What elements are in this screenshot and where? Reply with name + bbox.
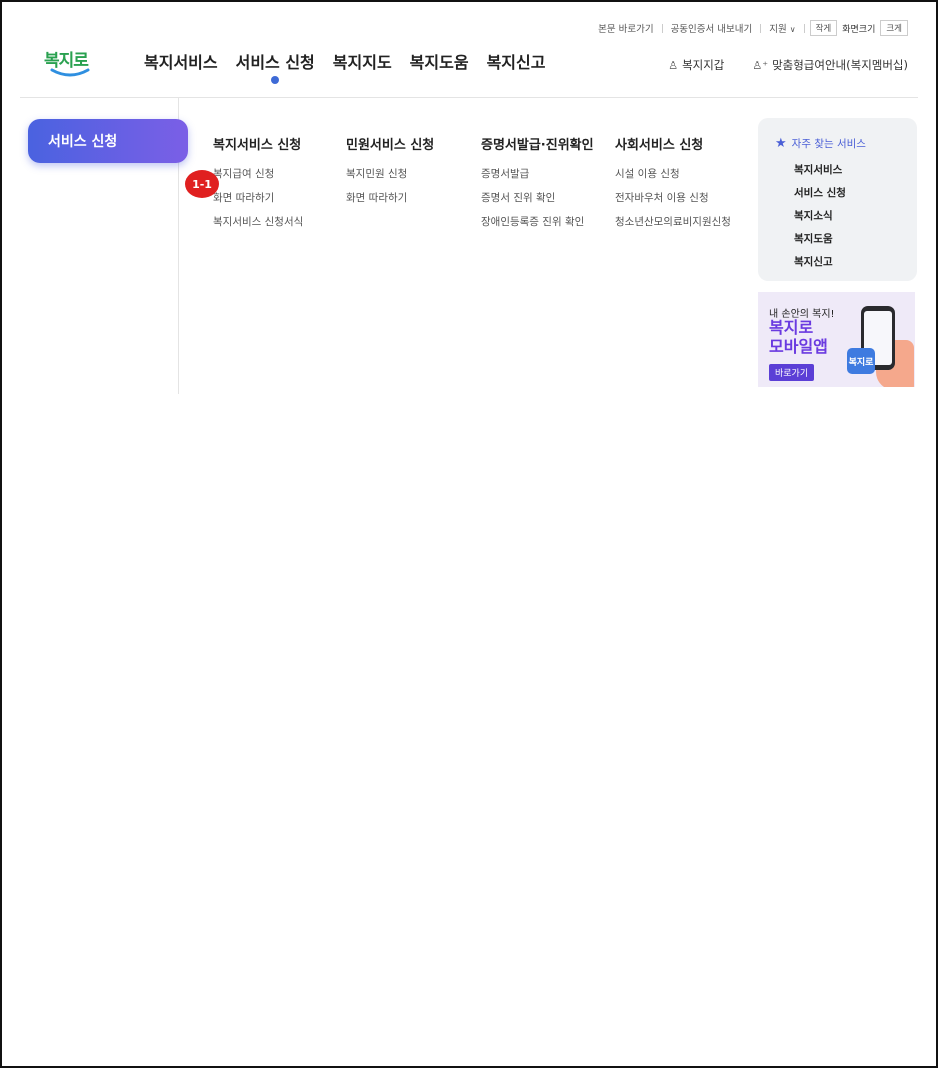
menu-column-certificate: 증명서발급·진위확인 증명서발급 증명서 진위 확인 장애인등록증 진위 확인: [481, 134, 594, 238]
support-label: 지원: [769, 24, 787, 35]
app-icon: 복지로: [847, 348, 875, 374]
header-right-links: ♙ 복지지갑 ♙⁺ 맞춤형급여안내(복지멤버십): [640, 57, 908, 73]
menu-link[interactable]: 시설 이용 신청: [615, 166, 731, 181]
frequent-services-list: 복지서비스 서비스 신청 복지소식 복지도움 복지신고: [794, 162, 846, 277]
main-nav: 복지서비스 서비스 신청 복지지도 복지도움 복지신고: [144, 49, 563, 84]
support-dropdown[interactable]: 지원 ∨: [761, 21, 803, 35]
menu-column-heading[interactable]: 복지서비스 신청: [213, 134, 303, 153]
chevron-down-icon: ∨: [789, 25, 796, 34]
nav-welfare-map[interactable]: 복지지도: [333, 49, 392, 73]
banner-go-button[interactable]: 바로가기: [769, 364, 815, 381]
menu-link[interactable]: 전자바우처 이용 신청: [615, 190, 731, 205]
membership-link[interactable]: ♙⁺ 맞춤형급여안내(복지멤버십): [752, 57, 908, 73]
nav-service-apply[interactable]: 서비스 신청: [236, 49, 315, 84]
frequent-services-title: ★ 자주 찾는 서비스: [775, 136, 866, 151]
frequent-service-item[interactable]: 복지서비스: [794, 162, 846, 177]
menu-column-social-service: 사회서비스 신청 시설 이용 신청 전자바우처 이용 신청 청소년산모의료비지원…: [615, 134, 731, 238]
divider: [803, 23, 805, 33]
nav-welfare-report[interactable]: 복지신고: [487, 49, 546, 73]
person-icon: ♙: [668, 58, 679, 72]
nav-welfare-service[interactable]: 복지서비스: [144, 49, 218, 73]
frequent-service-item[interactable]: 복지소식: [794, 208, 846, 223]
export-certificate-link[interactable]: 공동인증서 내보내기: [663, 21, 761, 35]
font-large-button[interactable]: 크게: [880, 20, 908, 36]
wallet-label: 복지지갑: [682, 58, 725, 72]
menu-side-tab[interactable]: 서비스 신청: [28, 119, 188, 163]
mobile-app-banner[interactable]: 내 손안의 복지! 복지로 모바일앱 바로가기 복지로: [758, 292, 915, 387]
menu-link[interactable]: 증명서발급: [481, 166, 594, 181]
frequent-services-panel: ★ 자주 찾는 서비스 복지서비스 서비스 신청 복지소식 복지도움 복지신고: [758, 118, 917, 281]
header-divider: [20, 97, 918, 98]
membership-label: 맞춤형급여안내(복지멤버십): [772, 58, 908, 72]
menu-column-heading[interactable]: 민원서비스 신청: [346, 134, 434, 153]
frequent-service-item[interactable]: 복지도움: [794, 231, 846, 246]
menu-column-heading[interactable]: 증명서발급·진위확인: [481, 134, 594, 153]
wallet-link[interactable]: ♙ 복지지갑: [668, 57, 724, 73]
banner-title-line2: 모바일앱: [769, 337, 828, 356]
menu-link[interactable]: 화면 따라하기: [346, 190, 434, 205]
frequent-services-title-text: 자주 찾는 서비스: [791, 138, 866, 150]
menu-link[interactable]: 화면 따라하기: [213, 190, 303, 205]
menu-link[interactable]: 증명서 진위 확인: [481, 190, 594, 205]
site-logo[interactable]: 복지로: [44, 46, 104, 78]
star-icon: ★: [775, 136, 787, 151]
menu-link[interactable]: 복지민원 신청: [346, 166, 434, 181]
utility-bar: 본문 바로가기 공동인증서 내보내기 지원 ∨ 작게 화면크기 크게: [590, 20, 908, 36]
menu-link[interactable]: 청소년산모의료비지원신청: [615, 214, 731, 229]
menu-column-civil-apply: 민원서비스 신청 복지민원 신청 화면 따라하기: [346, 134, 434, 214]
screen-size-label: 화면크기: [842, 24, 876, 35]
frequent-service-item[interactable]: 서비스 신청: [794, 185, 846, 200]
banner-title-line1: 복지로: [769, 318, 814, 337]
menu-link[interactable]: 복지급여 신청: [213, 166, 303, 181]
logo-smile-icon: [50, 68, 90, 77]
person-plus-icon: ♙⁺: [752, 58, 769, 72]
annotation-badge: 1-1: [185, 170, 219, 198]
skip-to-content-link[interactable]: 본문 바로가기: [590, 21, 661, 35]
menu-column-welfare-apply: 복지서비스 신청 복지급여 신청 화면 따라하기 복지서비스 신청서식: [213, 134, 303, 238]
nav-welfare-help[interactable]: 복지도움: [410, 49, 469, 73]
font-small-button[interactable]: 작게: [809, 20, 838, 36]
menu-link[interactable]: 복지서비스 신청서식: [213, 214, 303, 229]
menu-column-heading[interactable]: 사회서비스 신청: [615, 134, 731, 153]
menu-link[interactable]: 장애인등록증 진위 확인: [481, 214, 594, 229]
frequent-service-item[interactable]: 복지신고: [794, 254, 846, 269]
